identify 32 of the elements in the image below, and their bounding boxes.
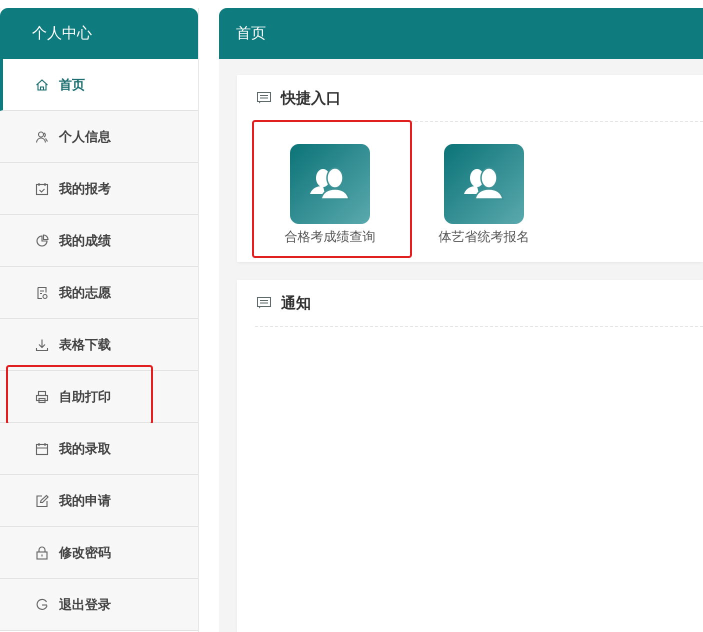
sidebar-item[interactable]: 我的志愿 xyxy=(0,267,198,319)
shortcut-tile[interactable]: 合格考成绩查询 xyxy=(255,144,405,246)
sidebar-item[interactable]: 自助打印 xyxy=(0,371,198,423)
lock-icon xyxy=(35,546,49,560)
download-icon xyxy=(35,338,49,352)
document-icon xyxy=(35,286,49,300)
home-icon xyxy=(35,78,49,92)
logout-icon xyxy=(35,598,49,612)
shortcut-tile[interactable]: 体艺省统考报名 xyxy=(409,144,559,246)
printer-icon xyxy=(35,390,49,404)
message-icon xyxy=(257,92,271,104)
sidebar-item[interactable]: 修改密码 xyxy=(0,527,198,579)
users-icon xyxy=(290,144,370,224)
edit-icon xyxy=(35,494,49,508)
sidebar-item[interactable]: 我的录取 xyxy=(0,423,198,475)
sidebar-item[interactable]: 首页 xyxy=(0,59,198,111)
sidebar-item[interactable]: 我的报考 xyxy=(0,163,198,215)
page-title: 首页 xyxy=(236,24,266,43)
section-title: 通知 xyxy=(281,294,311,312)
message-icon xyxy=(257,297,271,309)
sidebar-item[interactable]: 我的申请 xyxy=(0,475,198,527)
sidebar-item[interactable]: 表格下载 xyxy=(0,319,198,371)
calendar-check-icon xyxy=(35,182,49,196)
users-icon xyxy=(444,144,524,224)
section-title: 快捷入口 xyxy=(281,88,341,108)
sidebar-item[interactable]: 个人信息 xyxy=(0,111,198,163)
user-icon xyxy=(35,130,49,144)
calendar-icon xyxy=(35,442,49,456)
sidebar-item[interactable]: 我的成绩 xyxy=(0,215,198,267)
sidebar-title: 个人中心 xyxy=(32,24,92,43)
pie-chart-icon xyxy=(35,234,49,248)
sidebar-item[interactable]: 退出登录 xyxy=(0,579,198,631)
